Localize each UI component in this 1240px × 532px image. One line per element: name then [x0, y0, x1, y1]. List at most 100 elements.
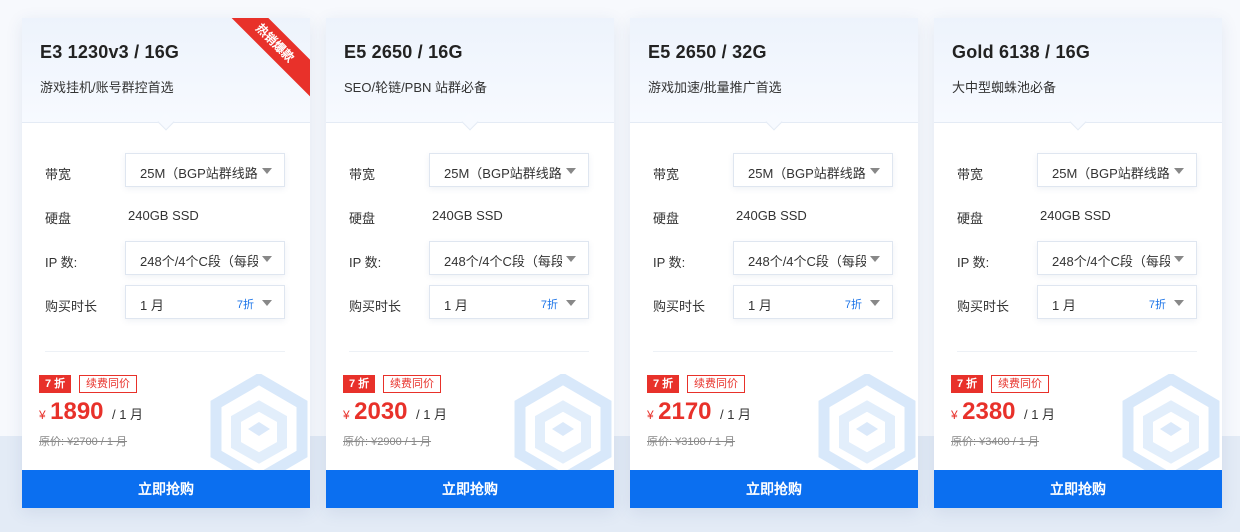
plan-card-header: E5 2650 / 16G SEO/轮链/PBN 站群必备: [326, 18, 614, 131]
duration-select[interactable]: 1 月 7折: [125, 285, 285, 319]
disk-label: 硬盘: [349, 211, 376, 226]
header-notch: [765, 113, 783, 131]
price-amount: 1890: [50, 398, 104, 425]
header-notch: [1069, 113, 1087, 131]
caret-down-icon: [1174, 256, 1184, 262]
currency-symbol: ¥: [343, 408, 350, 422]
original-price: 原价: ¥3100 / 1 月: [647, 436, 736, 448]
bandwidth-label: 带宽: [957, 167, 984, 182]
caret-down-icon: [870, 168, 880, 174]
plan-title: E3 1230v3 / 16G: [40, 42, 180, 62]
caret-down-icon: [566, 300, 576, 306]
plan-title: E5 2650 / 32G: [648, 42, 767, 62]
price: ¥ 2380 / 1 月: [951, 398, 1055, 426]
buy-now-button[interactable]: 立即抢购: [934, 470, 1222, 508]
duration-label: 购买时长: [349, 299, 402, 314]
buy-now-button[interactable]: 立即抢购: [22, 470, 310, 508]
bandwidth-value: 25M（BGP站群线路）: [444, 166, 562, 181]
plan-subtitle: SEO/轮链/PBN 站群必备: [344, 80, 488, 95]
price-amount: 2030: [354, 398, 408, 425]
caret-down-icon: [262, 300, 272, 306]
hexagon-cube-icon: [514, 374, 612, 484]
caret-down-icon: [262, 168, 272, 174]
price-period: / 1 月: [415, 407, 448, 422]
price: ¥ 2030 / 1 月: [343, 398, 447, 426]
ip-value: 248个/4个C段（每段62个）: [748, 254, 866, 269]
divider: [653, 351, 893, 352]
plan-card: E3 1230v3 / 16G 游戏挂机/账号群控首选 热销爆款 带宽 25M（…: [22, 18, 310, 508]
duration-discount: 7折: [844, 299, 862, 311]
bandwidth-select[interactable]: 25M（BGP站群线路）: [733, 153, 893, 187]
disk-value: 240GB SSD: [432, 208, 503, 223]
header-notch: [461, 113, 479, 131]
renew-same-price-badge: 续费同价: [383, 375, 441, 393]
plan-subtitle: 大中型蜘蛛池必备: [952, 80, 1057, 95]
duration-label: 购买时长: [45, 299, 98, 314]
duration-select[interactable]: 1 月 7折: [733, 285, 893, 319]
bandwidth-value: 25M（BGP站群线路）: [140, 166, 258, 181]
ip-select[interactable]: 248个/4个C段（每段62个）: [733, 241, 893, 275]
divider: [957, 351, 1197, 352]
ip-value: 248个/4个C段（每段62个）: [140, 254, 258, 269]
disk-label: 硬盘: [957, 211, 984, 226]
header-notch: [157, 113, 175, 131]
duration-discount: 7折: [1148, 299, 1166, 311]
discount-badge: 7 折: [343, 375, 376, 393]
buy-now-button[interactable]: 立即抢购: [326, 470, 614, 508]
bandwidth-label: 带宽: [653, 167, 680, 182]
duration-select[interactable]: 1 月 7折: [429, 285, 589, 319]
caret-down-icon: [1174, 300, 1184, 306]
buy-now-button[interactable]: 立即抢购: [630, 470, 918, 508]
bandwidth-select[interactable]: 25M（BGP站群线路）: [125, 153, 285, 187]
disk-label: 硬盘: [45, 211, 72, 226]
price-period: / 1 月: [719, 407, 752, 422]
currency-symbol: ¥: [647, 408, 654, 422]
ip-label: IP 数:: [653, 255, 686, 270]
caret-down-icon: [1174, 168, 1184, 174]
disk-label: 硬盘: [653, 211, 680, 226]
price-amount: 2170: [658, 398, 712, 425]
bandwidth-value: 25M（BGP站群线路）: [1052, 166, 1170, 181]
original-price: 原价: ¥3400 / 1 月: [951, 436, 1040, 448]
disk-value: 240GB SSD: [1040, 208, 1111, 223]
pricing-cards: E3 1230v3 / 16G 游戏挂机/账号群控首选 热销爆款 带宽 25M（…: [0, 0, 1240, 532]
bandwidth-select[interactable]: 25M（BGP站群线路）: [429, 153, 589, 187]
caret-down-icon: [566, 256, 576, 262]
ip-select[interactable]: 248个/4个C段（每段62个）: [125, 241, 285, 275]
ip-label: IP 数:: [349, 255, 382, 270]
plan-card: E5 2650 / 32G 游戏加速/批量推广首选 带宽 25M（BGP站群线路…: [630, 18, 918, 508]
ip-value: 248个/4个C段（每段62个）: [444, 254, 562, 269]
duration-label: 购买时长: [957, 299, 1010, 314]
caret-down-icon: [870, 256, 880, 262]
price: ¥ 2170 / 1 月: [647, 398, 751, 426]
plan-card: Gold 6138 / 16G 大中型蜘蛛池必备 带宽 25M（BGP站群线路）…: [934, 18, 1222, 508]
plan-subtitle: 游戏加速/批量推广首选: [648, 80, 782, 95]
hexagon-cube-icon: [818, 374, 916, 484]
caret-down-icon: [262, 256, 272, 262]
price-amount: 2380: [962, 398, 1016, 425]
currency-symbol: ¥: [39, 408, 46, 422]
ip-value: 248个/4个C段（每段62个）: [1052, 254, 1170, 269]
duration-select[interactable]: 1 月 7折: [1037, 285, 1197, 319]
plan-subtitle: 游戏挂机/账号群控首选: [40, 80, 174, 95]
disk-value: 240GB SSD: [128, 208, 199, 223]
plan-title: E5 2650 / 16G: [344, 42, 463, 62]
plan-title: Gold 6138 / 16G: [952, 42, 1091, 62]
ip-select[interactable]: 248个/4个C段（每段62个）: [1037, 241, 1197, 275]
bandwidth-value: 25M（BGP站群线路）: [748, 166, 866, 181]
discount-badge: 7 折: [647, 375, 680, 393]
currency-symbol: ¥: [951, 408, 958, 422]
disk-value: 240GB SSD: [736, 208, 807, 223]
discount-badge: 7 折: [39, 375, 72, 393]
bandwidth-label: 带宽: [45, 167, 72, 182]
duration-label: 购买时长: [653, 299, 706, 314]
ip-select[interactable]: 248个/4个C段（每段62个）: [429, 241, 589, 275]
caret-down-icon: [870, 300, 880, 306]
duration-discount: 7折: [236, 299, 254, 311]
plan-card: E5 2650 / 16G SEO/轮链/PBN 站群必备 带宽 25M（BGP…: [326, 18, 614, 508]
renew-same-price-badge: 续费同价: [991, 375, 1049, 393]
renew-same-price-badge: 续费同价: [79, 375, 137, 393]
bandwidth-select[interactable]: 25M（BGP站群线路）: [1037, 153, 1197, 187]
original-price: 原价: ¥2700 / 1 月: [39, 436, 128, 448]
bandwidth-label: 带宽: [349, 167, 376, 182]
